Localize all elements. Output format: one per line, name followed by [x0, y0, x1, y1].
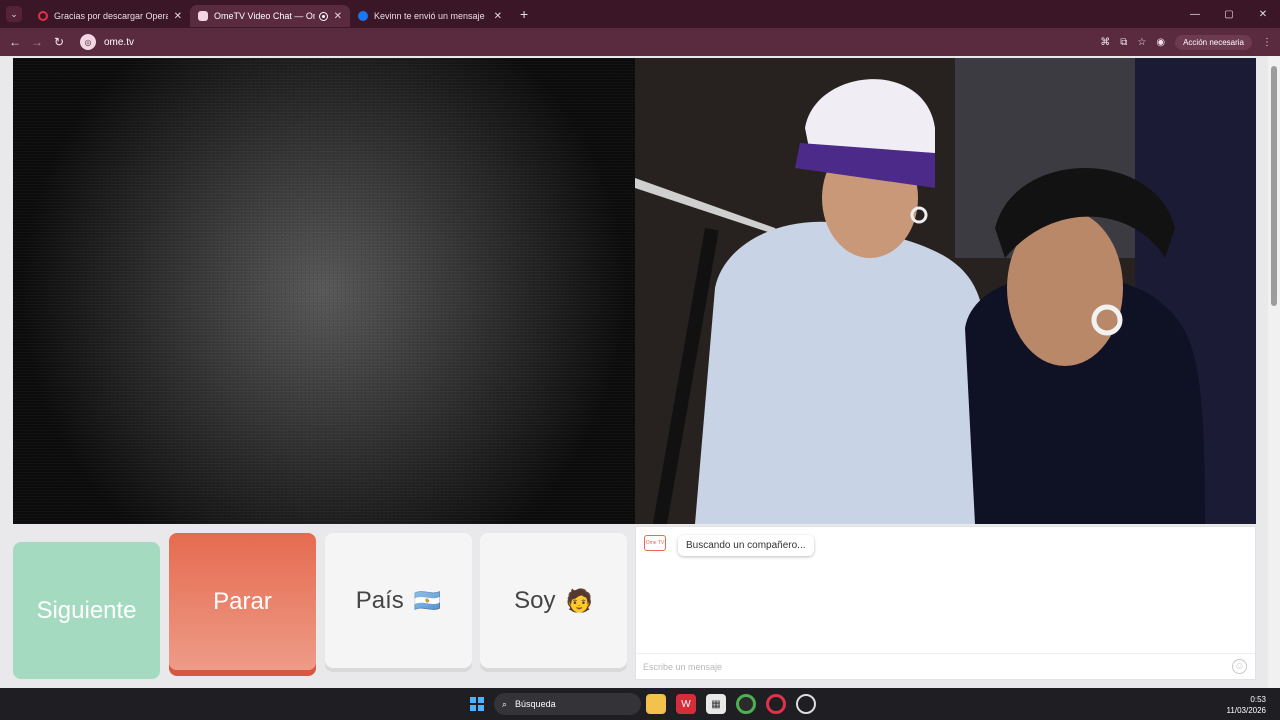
ometv-logo-icon: Ome TV [644, 535, 666, 551]
tab-facebook[interactable]: Kevinn te envió un mensaje ✕ [350, 5, 510, 27]
gender-button-label: Soy [514, 586, 556, 614]
next-button-label: Siguiente [36, 596, 137, 624]
profile-icon[interactable]: ◉ [1156, 37, 1165, 48]
ometv-icon [198, 11, 208, 21]
store-icon[interactable]: ▦ [706, 694, 726, 714]
message-input[interactable] [643, 661, 1223, 672]
partner-video [635, 58, 1256, 524]
scrollbar[interactable] [1268, 56, 1280, 688]
url-field[interactable]: ◎ ome.tv [80, 32, 1080, 52]
argentina-flag-icon: 🇦🇷 [413, 587, 442, 613]
tab-title: OmeTV Video Chat — Ome [214, 11, 315, 21]
forward-icon[interactable]: → [26, 35, 48, 49]
toolbar-right: ⌘ ⧉ ☆ ◉ Acción necesaria ⋮ [1100, 28, 1272, 56]
minimize-button[interactable]: — [1178, 0, 1212, 28]
reload-icon[interactable]: ↻ [48, 35, 70, 49]
maximize-button[interactable]: ▢ [1212, 0, 1246, 28]
tab-bar: ⌄ Gracias por descargar Opera ✕ OmeTV Vi… [0, 0, 1280, 28]
taskbar-search-label: Búsqueda [515, 699, 556, 709]
action-required-button[interactable]: Acción necesaria [1175, 34, 1252, 50]
site-info-icon[interactable]: ◎ [80, 34, 96, 50]
tab-title: Kevinn te envió un mensaje [374, 11, 485, 21]
star-icon[interactable]: ☆ [1137, 37, 1146, 48]
static-noise [13, 58, 635, 524]
stop-button[interactable]: Parar [169, 533, 316, 670]
tab-ometv[interactable]: OmeTV Video Chat — Ome ✕ [190, 5, 350, 27]
tab-title: Gracias por descargar Opera [54, 11, 168, 21]
status-message: Buscando un compañero... [678, 535, 814, 556]
url-text: ome.tv [104, 36, 135, 48]
clock[interactable]: 0:53 11/03/2026 [1227, 694, 1266, 716]
taskbar: ⌕ Búsqueda W ▦ 0:53 11/03/2026 [0, 688, 1280, 720]
logo-text: Ome TV [645, 540, 665, 546]
search-icon: ⌕ [502, 698, 508, 709]
page: Siguiente Parar País 🇦🇷 Soy 🧑 Ome TV Bus… [0, 56, 1280, 688]
recording-icon [318, 11, 328, 21]
country-button-label: País [355, 586, 404, 614]
new-tab-button[interactable]: + [520, 6, 528, 22]
message-bar: ☺ [636, 653, 1255, 679]
taskbar-search[interactable]: ⌕ Búsqueda [494, 693, 641, 715]
close-window-button[interactable]: ✕ [1246, 0, 1280, 28]
time: 0:53 [1250, 695, 1266, 704]
person-icon: 🧑 [565, 587, 593, 613]
more-menu-icon[interactable]: ⋮ [1262, 37, 1272, 48]
control-buttons: Siguiente Parar País 🇦🇷 Soy 🧑 [13, 533, 627, 679]
opera-gx-icon[interactable] [796, 694, 816, 714]
chrome-icon[interactable] [736, 694, 756, 714]
country-button[interactable]: País 🇦🇷 [325, 533, 472, 668]
next-button[interactable]: Siguiente [13, 542, 160, 679]
scrollbar-thumb[interactable] [1271, 66, 1277, 306]
close-icon[interactable]: ✕ [494, 11, 502, 22]
wps-office-icon[interactable]: W [676, 694, 696, 714]
emoji-icon[interactable]: ☺ [1232, 659, 1247, 674]
address-bar: ← → ↻ ◎ ome.tv ⌘ ⧉ ☆ ◉ Acción necesaria … [0, 28, 1280, 56]
windows-start-icon[interactable] [470, 697, 484, 711]
close-icon[interactable]: ✕ [174, 11, 182, 22]
chat-panel: Ome TV Buscando un compañero... ☺ [635, 526, 1256, 680]
opera-icon [38, 11, 48, 21]
local-video [13, 58, 635, 524]
partner-video-image [635, 58, 1256, 524]
facebook-icon [358, 11, 368, 21]
taskbar-apps: W ▦ [646, 694, 816, 714]
file-explorer-icon[interactable] [646, 694, 666, 714]
window-controls: — ▢ ✕ [1178, 0, 1280, 28]
cast-icon[interactable]: ⧉ [1120, 37, 1127, 48]
gender-button[interactable]: Soy 🧑 [480, 533, 627, 668]
date: 11/03/2026 [1226, 706, 1266, 715]
opera-icon[interactable] [766, 694, 786, 714]
translate-icon[interactable]: ⌘ [1100, 37, 1110, 48]
tab-menu-chevron-icon[interactable]: ⌄ [6, 6, 22, 22]
back-icon[interactable]: ← [4, 35, 26, 49]
tab-opera[interactable]: Gracias por descargar Opera ✕ [30, 5, 190, 27]
close-icon[interactable]: ✕ [334, 11, 342, 22]
stop-button-label: Parar [213, 587, 272, 615]
